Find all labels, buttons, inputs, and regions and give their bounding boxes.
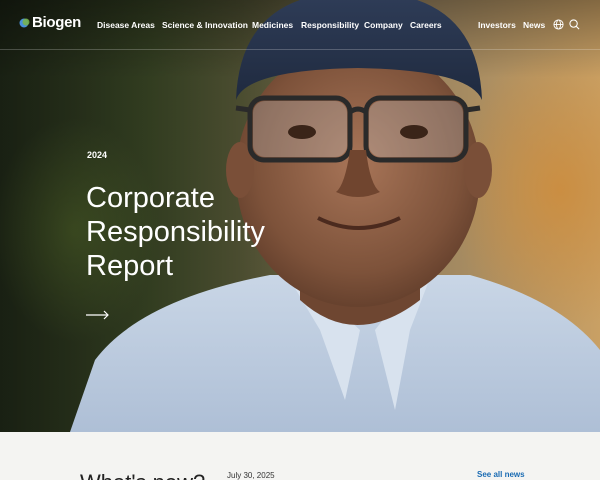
nav-company[interactable]: Company: [364, 20, 403, 30]
top-navigation: Biogen Disease Areas Science & Innovatio…: [0, 0, 600, 50]
nav-disease-areas[interactable]: Disease Areas: [97, 20, 155, 30]
hero-title: Corporate Responsibility Report: [86, 182, 265, 282]
globe-icon[interactable]: [553, 19, 564, 30]
arrow-right-icon[interactable]: [86, 309, 110, 321]
nav-responsibility[interactable]: Responsibility: [301, 20, 359, 30]
news-heading: What's new?: [80, 470, 205, 480]
nav-medicines[interactable]: Medicines: [252, 20, 293, 30]
hero-banner: Biogen Disease Areas Science & Innovatio…: [0, 0, 600, 432]
news-date: July 30, 2025: [227, 471, 275, 480]
nav-careers[interactable]: Careers: [410, 20, 442, 30]
logo-mark-icon: [19, 18, 30, 27]
search-icon[interactable]: [569, 19, 580, 30]
news-section: What's new? July 30, 2025 See all news: [0, 432, 600, 480]
nav-news[interactable]: News: [523, 20, 545, 30]
nav-science-innovation[interactable]: Science & Innovation: [162, 20, 248, 30]
brand-name: Biogen: [32, 14, 82, 31]
see-all-news-link[interactable]: See all news: [477, 470, 525, 479]
hero-eyebrow: 2024: [87, 150, 108, 160]
biogen-logo[interactable]: Biogen: [19, 14, 81, 31]
nav-investors[interactable]: Investors: [478, 20, 516, 30]
